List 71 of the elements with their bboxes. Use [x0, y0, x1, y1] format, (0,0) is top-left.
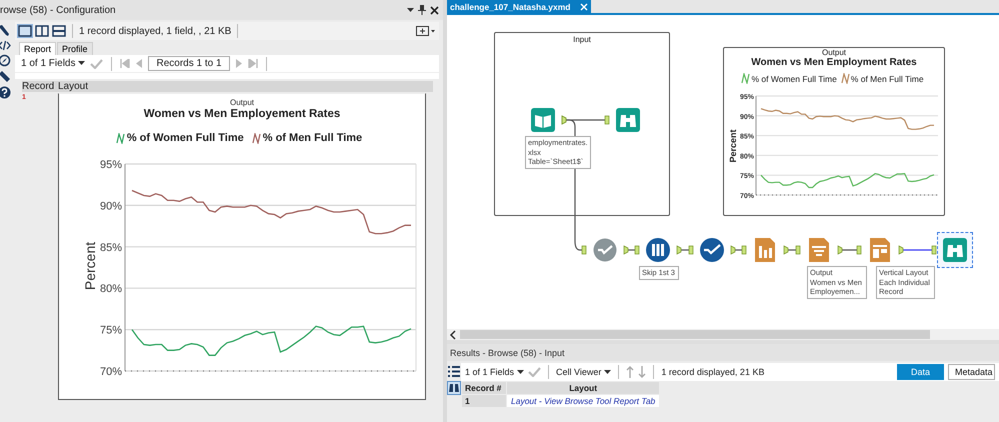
help-icon[interactable]: [0, 86, 11, 99]
scrollbar-thumb[interactable]: [460, 330, 930, 339]
results-title: Results - Browse (58) - Input: [450, 348, 565, 358]
connector-line[interactable]: [838, 245, 862, 255]
caret-icon[interactable]: [604, 370, 612, 374]
check-icon[interactable]: [528, 367, 542, 377]
tick-label: 85%: [100, 242, 122, 254]
status-text: 1 record displayed, 1 field, , 21 KB: [79, 26, 232, 36]
compass-icon[interactable]: [0, 54, 11, 67]
report-icon: [807, 238, 831, 262]
chart-title: Women vs Men Employement Rates: [144, 108, 340, 120]
close-icon[interactable]: [430, 6, 439, 14]
tick-label: 80%: [100, 283, 122, 296]
legend-label: % of Men Full Time: [262, 132, 362, 144]
status-text: 1 record displayed, 21 KB: [661, 367, 764, 377]
tool-node[interactable]: [937, 232, 973, 268]
bar-chart-icon: [753, 238, 777, 262]
legend-label: % of Men Full Time: [850, 74, 924, 84]
tick-label: 90%: [100, 200, 122, 212]
circle-check-icon: [700, 238, 724, 262]
connector-line[interactable]: [676, 245, 694, 255]
split-vertical-icon[interactable]: [35, 25, 49, 37]
add-window-icon[interactable]: [416, 26, 436, 36]
legend-label: % of Women Full Time: [126, 132, 244, 144]
scroll-left-icon[interactable]: [449, 330, 457, 340]
tab[interactable]: Report: [19, 42, 56, 55]
connector-line[interactable]: [784, 245, 800, 255]
tick-label: 95%: [100, 159, 122, 171]
panel-title: rowse (58) - Configuration: [0, 4, 117, 16]
caret-icon[interactable]: [517, 370, 524, 374]
binoculars-icon[interactable]: [447, 381, 461, 395]
tubes-icon: [646, 238, 670, 262]
code-icon[interactable]: [0, 40, 11, 51]
badge-check-icon: [593, 238, 617, 262]
table-cell: 1: [462, 395, 506, 407]
tab[interactable]: Profile: [57, 42, 93, 55]
pin-icon[interactable]: [418, 5, 426, 15]
axis-title: Percent: [728, 129, 738, 163]
container-title: Input: [573, 35, 591, 44]
single-view-icon[interactable]: [18, 25, 32, 37]
cell-link[interactable]: Layout - View Browse Tool Report Tab: [507, 395, 660, 407]
connector-line[interactable]: [624, 245, 640, 255]
chart-title: Women vs Men Employment Rates: [751, 57, 917, 68]
container-title: Output: [822, 48, 846, 57]
dropdown-icon[interactable]: [407, 7, 414, 13]
book-icon: [531, 108, 555, 132]
column-header: Record #: [462, 382, 506, 394]
view-toggle[interactable]: Metadata: [948, 364, 995, 380]
axis-title: Percent: [82, 242, 98, 290]
caret-icon[interactable]: [78, 61, 86, 66]
tick-label: 75%: [100, 324, 122, 337]
layout-icon: [868, 238, 892, 262]
connector-line[interactable]: [730, 245, 746, 255]
legend-label: % of Women Full Time: [751, 74, 837, 84]
viewer-dropdown[interactable]: Cell Viewer: [556, 367, 612, 377]
view-toggle[interactable]: Data: [897, 364, 944, 380]
column-header: Record: [22, 81, 56, 92]
column-header: Layout: [58, 81, 88, 92]
workflow-tab[interactable]: challenge_107_Natasha.yxmd: [447, 0, 592, 13]
binoculars-icon: [616, 108, 640, 132]
connector-line[interactable]: [898, 245, 936, 255]
report-caption: Output: [230, 98, 254, 107]
split-horizontal-icon[interactable]: [52, 25, 66, 37]
records-field[interactable]: Records 1 to 1: [148, 56, 230, 71]
binoculars-icon: [943, 238, 967, 262]
list-icon[interactable]: [448, 366, 460, 377]
fields-dropdown[interactable]: 1 of 1 Fields: [21, 58, 86, 69]
column-header: Layout: [507, 382, 660, 394]
fields-dropdown[interactable]: 1 of 1 Fields: [465, 367, 524, 377]
check-icon[interactable]: [90, 58, 104, 68]
tick-label: 70%: [100, 366, 122, 378]
